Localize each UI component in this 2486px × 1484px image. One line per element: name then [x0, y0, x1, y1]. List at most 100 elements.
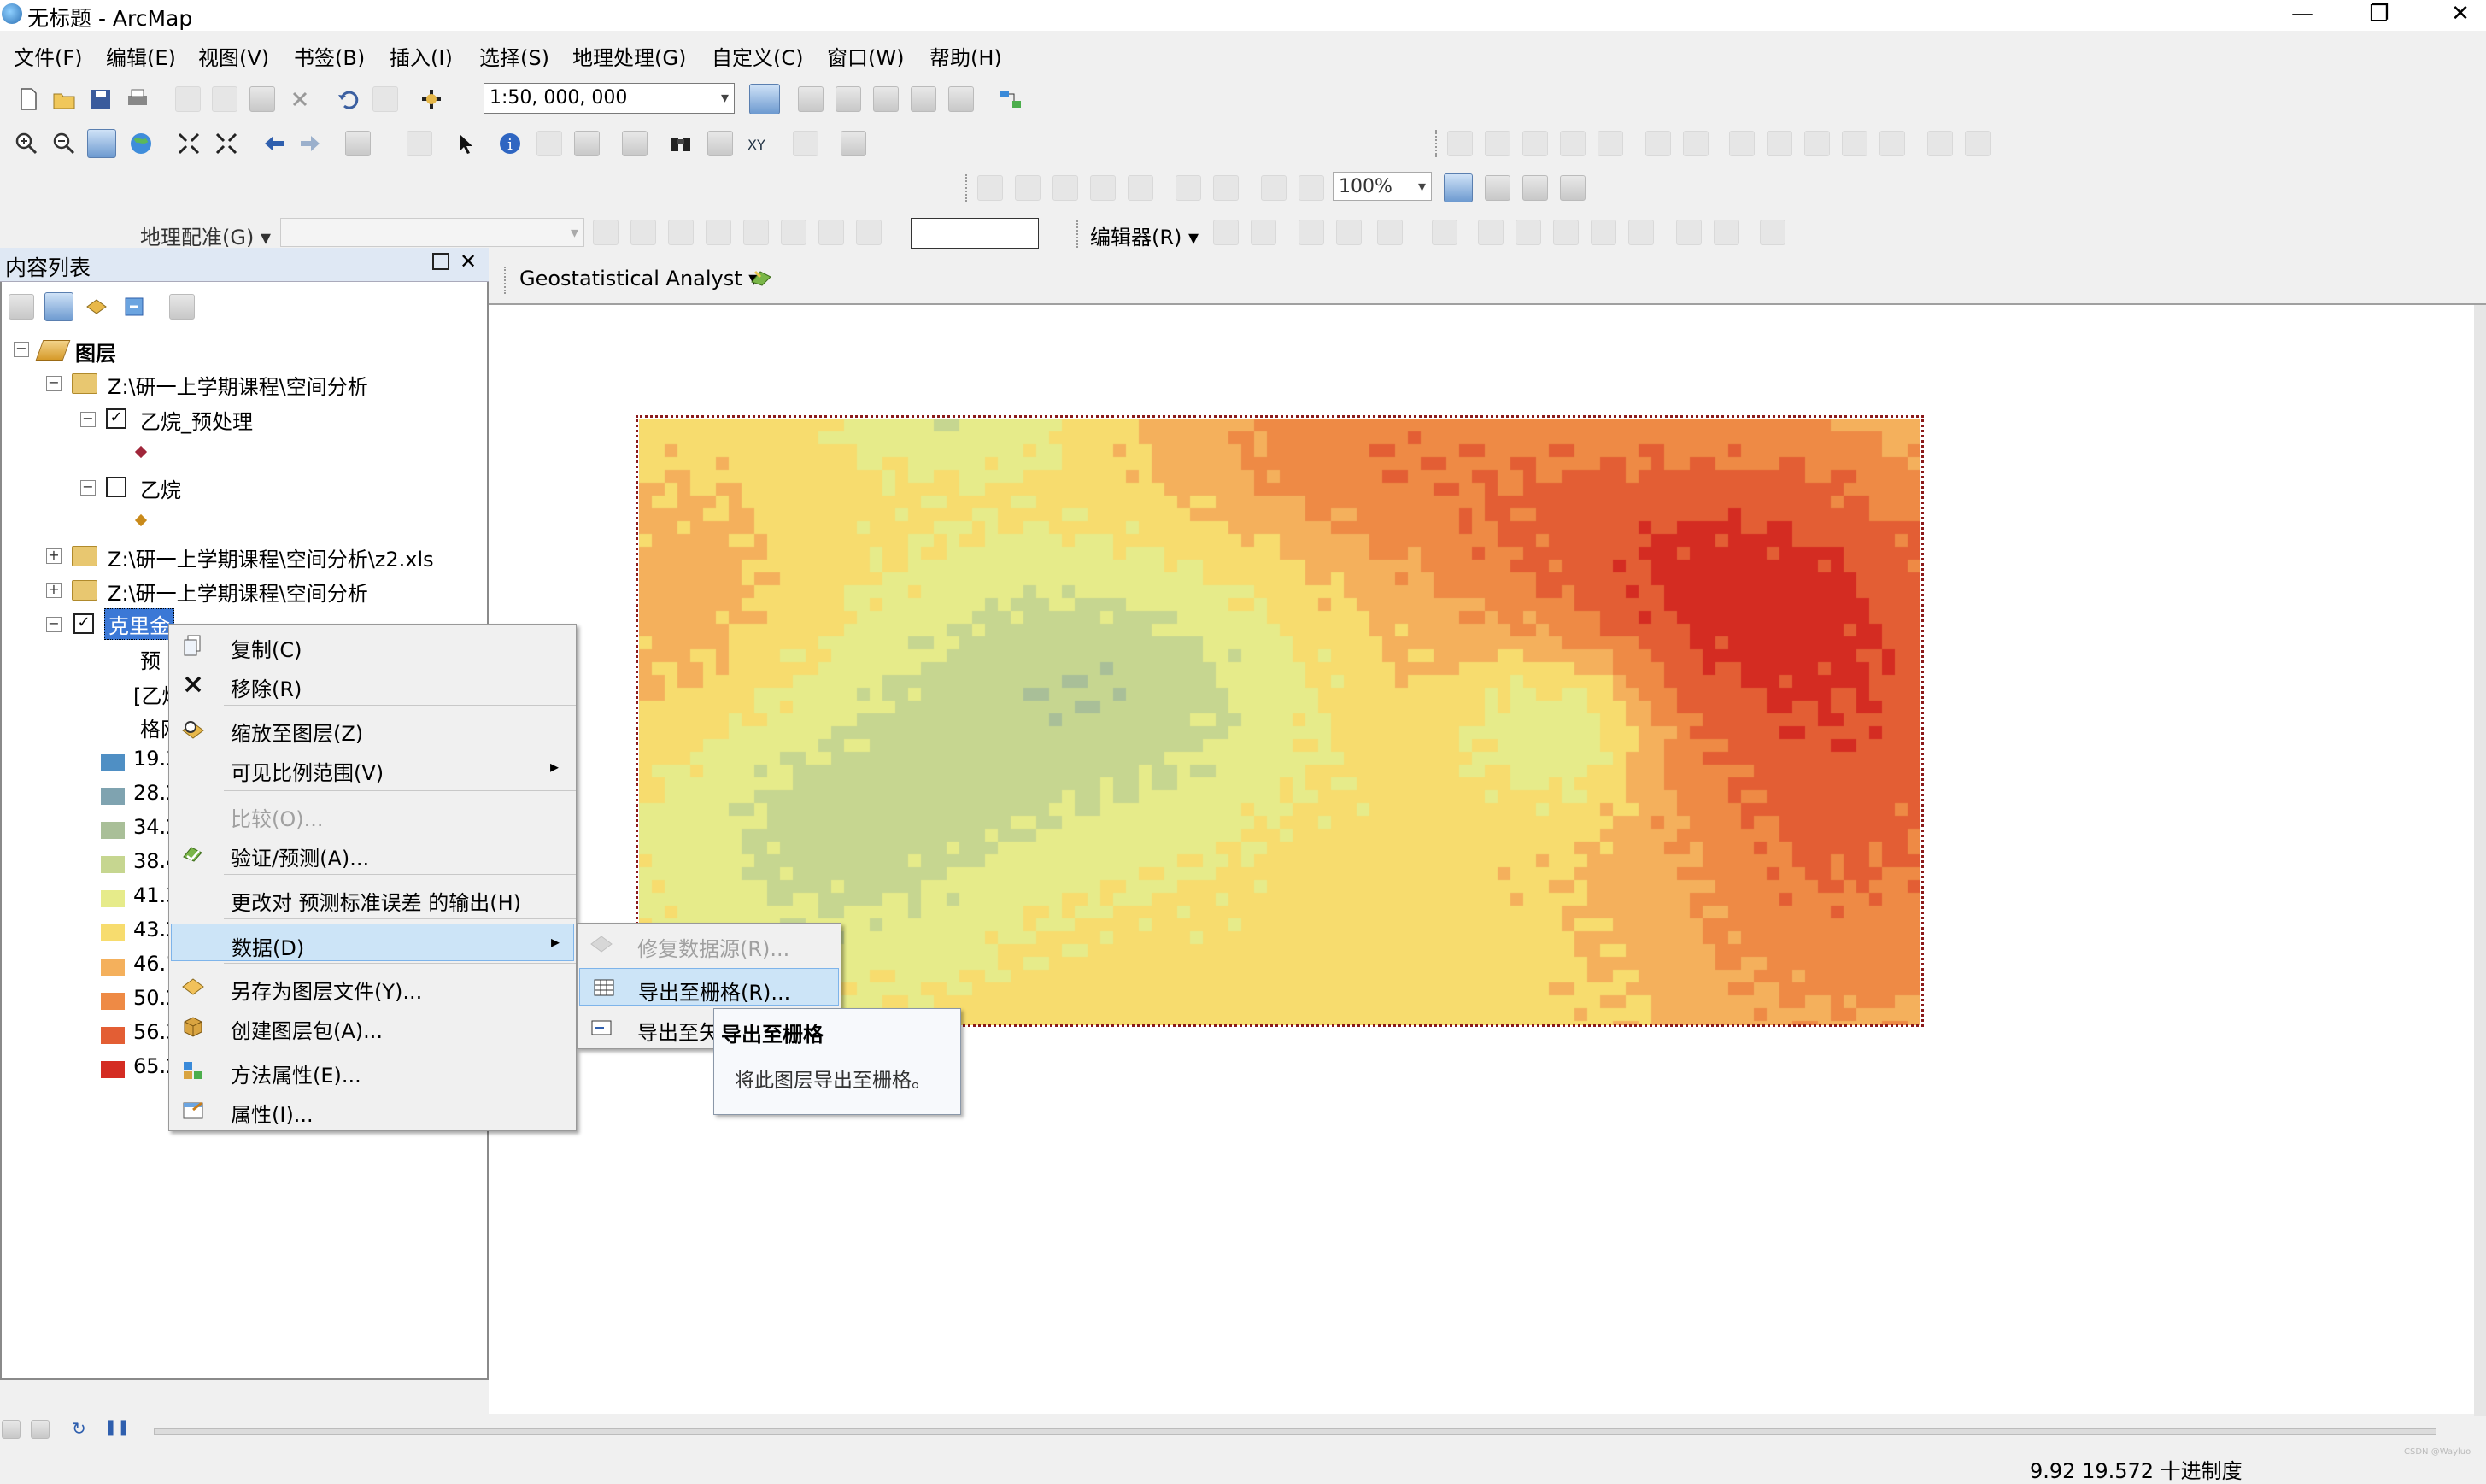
- fixed-zoom-in-icon[interactable]: [176, 131, 202, 156]
- move-tool-icon[interactable]: [1560, 131, 1586, 156]
- zoom-out-icon[interactable]: [51, 131, 77, 156]
- network-tool-icon[interactable]: [1804, 131, 1830, 156]
- menu-item-change-output[interactable]: 更改对 预测标准误差 的输出(H): [169, 879, 576, 917]
- layout-view-icon[interactable]: [31, 1420, 50, 1439]
- go-to-xy-icon[interactable]: XY: [745, 131, 771, 156]
- layout-100-icon[interactable]: [1128, 175, 1153, 201]
- paste-icon[interactable]: [249, 86, 275, 112]
- menu-item-export-to-raster[interactable]: 导出至栅格(R)...: [579, 968, 839, 1006]
- print-icon[interactable]: [125, 86, 150, 112]
- georef-scale-icon[interactable]: [668, 220, 694, 245]
- menu-edit[interactable]: 编辑(E): [106, 41, 176, 71]
- new-document-icon[interactable]: [15, 86, 41, 112]
- refresh-icon[interactable]: ↻: [72, 1418, 86, 1439]
- copy-toolbar-icon[interactable]: [212, 86, 237, 112]
- select-elements-icon[interactable]: [453, 131, 478, 156]
- python-window-icon[interactable]: [948, 86, 974, 112]
- horizontal-scrollbar[interactable]: [154, 1428, 2436, 1435]
- catalog-icon[interactable]: [836, 86, 861, 112]
- menu-item-create-layer-package[interactable]: 创建图层包(A)...: [169, 1007, 576, 1045]
- geostatistical-wizard-icon[interactable]: [748, 265, 774, 290]
- chevron-down-icon[interactable]: ▾: [1418, 173, 1426, 202]
- editor-menu[interactable]: 编辑器(R) ▾: [1090, 220, 1199, 250]
- cut-icon[interactable]: [175, 86, 201, 112]
- delete-icon[interactable]: [287, 86, 313, 112]
- data-driven-pages-icon[interactable]: [1560, 175, 1586, 201]
- cut-polygon-icon[interactable]: [1432, 220, 1457, 245]
- georef-layer-combo[interactable]: ▾: [280, 218, 584, 247]
- reshape-icon[interactable]: [1516, 220, 1541, 245]
- toc-autohide-icon[interactable]: [432, 253, 449, 270]
- toc-item-folder[interactable]: Z:\研一上学期课程\空间分析\z2.xls: [108, 543, 434, 572]
- measure-icon[interactable]: [622, 131, 648, 156]
- go-back-icon[interactable]: [261, 131, 287, 156]
- layout-back-icon[interactable]: [1261, 175, 1287, 201]
- find-route-icon[interactable]: [707, 131, 733, 156]
- collapse-icon[interactable]: −: [46, 617, 62, 632]
- html-popup-icon[interactable]: [574, 131, 600, 156]
- globe-tool-icon[interactable]: [1683, 131, 1709, 156]
- collapse-icon[interactable]: −: [80, 412, 96, 427]
- toc-item-folder[interactable]: Z:\研一上学期课程\空间分析: [108, 577, 368, 607]
- save-icon[interactable]: [88, 86, 114, 112]
- layer-visibility-checkbox[interactable]: [106, 477, 126, 497]
- menu-item-save-layer-file[interactable]: 另存为图层文件(Y)...: [169, 968, 576, 1006]
- arctoolbox-icon[interactable]: [911, 86, 936, 112]
- layout-zoom-in-icon[interactable]: [977, 175, 1003, 201]
- menu-item-validate-predict[interactable]: 验证/预测(A)...: [169, 835, 576, 872]
- map-vertical-scrollbar[interactable]: [2474, 305, 2486, 1416]
- edit-tool-icon[interactable]: [1213, 220, 1239, 245]
- georef-add-points-icon[interactable]: [706, 220, 731, 245]
- collapse-icon[interactable]: −: [14, 342, 29, 357]
- menu-item-visible-scale-range[interactable]: 可见比例范围(V) ▸: [169, 749, 576, 787]
- georef-transparency-input[interactable]: [911, 218, 1039, 249]
- attributes-icon[interactable]: [1676, 220, 1702, 245]
- search-window-icon[interactable]: [873, 86, 899, 112]
- layout-zoom-out-icon[interactable]: [1015, 175, 1041, 201]
- layout-forward-icon[interactable]: [1299, 175, 1324, 201]
- menu-help[interactable]: 帮助(H): [929, 41, 1002, 71]
- chevron-down-icon[interactable]: ▾: [721, 84, 729, 113]
- geostatistical-analyst-menu[interactable]: Geostatistical Analyst ▾: [519, 267, 759, 290]
- toolbar-grip[interactable]: [1435, 130, 1442, 157]
- expand-icon[interactable]: +: [46, 548, 62, 564]
- menu-customize[interactable]: 自定义(C): [712, 41, 803, 71]
- sparkle-tool-icon[interactable]: [1645, 131, 1671, 156]
- create-viewer-icon[interactable]: [841, 131, 866, 156]
- layout-pan-icon[interactable]: [1052, 175, 1078, 201]
- menu-file[interactable]: 文件(F): [14, 41, 83, 71]
- toc-root-layers[interactable]: 图层: [75, 337, 116, 367]
- toolbar-grip[interactable]: [965, 174, 972, 202]
- minimize-button[interactable]: —: [2268, 0, 2336, 31]
- split-icon[interactable]: [1553, 220, 1579, 245]
- add-data-icon[interactable]: [419, 86, 444, 112]
- list-by-selection-icon[interactable]: [121, 294, 147, 320]
- map-scale-combo[interactable]: 1:50, 000, 000 ▾: [484, 83, 735, 114]
- undo-icon[interactable]: [335, 86, 361, 112]
- list-by-visibility-icon[interactable]: [84, 294, 109, 320]
- find-icon[interactable]: [668, 131, 694, 156]
- georef-viewer-icon[interactable]: [743, 220, 769, 245]
- menu-item-zoom-to-layer[interactable]: 缩放至图层(Z): [169, 710, 576, 748]
- toc-item-layer[interactable]: 乙烷_预处理: [140, 405, 253, 435]
- pan-icon[interactable]: [87, 129, 116, 158]
- vertex-tool-icon[interactable]: [1522, 131, 1548, 156]
- hyperlink-icon[interactable]: [536, 131, 562, 156]
- cloud-tool-icon[interactable]: [1927, 131, 1953, 156]
- change-layout-icon[interactable]: [1522, 175, 1548, 201]
- toc-item-kriging-selected[interactable]: 克里金: [104, 608, 174, 640]
- rotate-icon[interactable]: [1591, 220, 1616, 245]
- focus-data-frame-icon[interactable]: [1485, 175, 1510, 201]
- construct-tools-icon[interactable]: [1377, 220, 1403, 245]
- layout-zoom-combo[interactable]: 100% ▾: [1333, 172, 1432, 201]
- layout-fixed-in-icon[interactable]: [1176, 175, 1201, 201]
- georef-refresh-icon[interactable]: [856, 220, 882, 245]
- expand-icon[interactable]: +: [46, 583, 62, 598]
- list-by-source-icon[interactable]: [44, 292, 73, 321]
- edit-vertices-icon[interactable]: [1478, 220, 1504, 245]
- identify-icon[interactable]: i: [497, 131, 523, 156]
- shield-tool-icon[interactable]: [1965, 131, 1991, 156]
- zoom-in-icon[interactable]: [14, 131, 39, 156]
- create-features-icon[interactable]: [1760, 220, 1785, 245]
- georeferencing-menu[interactable]: 地理配准(G) ▾: [140, 220, 271, 250]
